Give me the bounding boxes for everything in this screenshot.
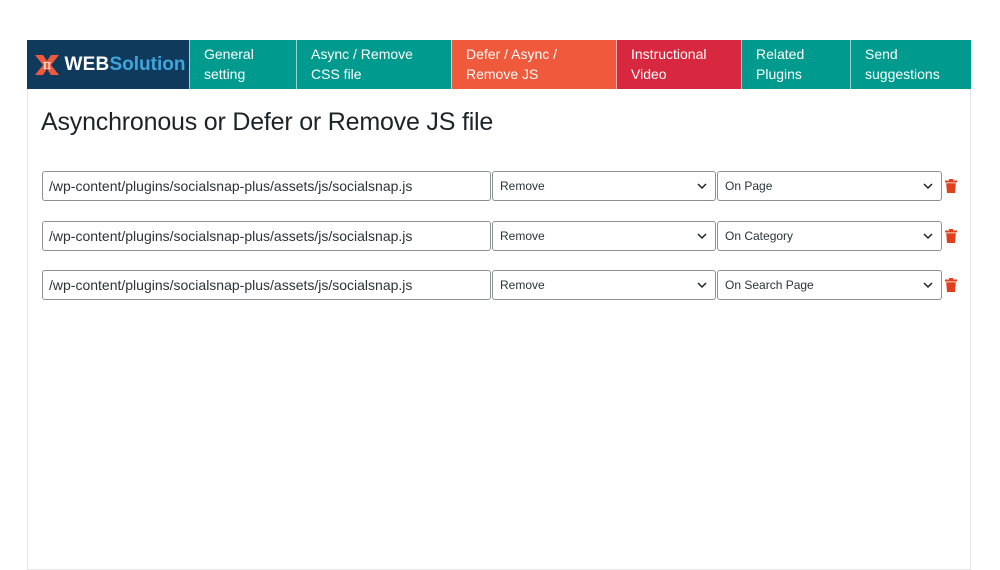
location-select-value: On Search Page: [725, 278, 814, 292]
chevron-down-icon: [923, 233, 933, 240]
chevron-down-icon: [697, 183, 707, 190]
action-select-value: Remove: [500, 229, 545, 243]
trash-icon[interactable]: [945, 179, 957, 193]
action-select[interactable]: Remove: [492, 171, 716, 201]
tab-related-plugins[interactable]: Related Plugins: [741, 40, 850, 89]
location-select[interactable]: On Search Page: [717, 270, 942, 300]
tab-instructional-video[interactable]: Instructional Video: [616, 40, 741, 89]
chevron-down-icon: [697, 233, 707, 240]
chevron-down-icon: [697, 282, 707, 289]
action-select[interactable]: Remove: [492, 221, 716, 251]
js-rule-row: Remove On Search Page: [42, 269, 957, 301]
svg-text:π: π: [42, 58, 51, 73]
brand-logo: π WEB Solution: [27, 40, 189, 89]
js-rule-row: Remove On Category: [42, 220, 957, 252]
logo-text-solution: Solution: [109, 53, 186, 75]
tab-async-remove-css[interactable]: Async / Remove CSS file: [296, 40, 451, 89]
trash-icon[interactable]: [945, 229, 957, 243]
action-select-value: Remove: [500, 278, 545, 292]
action-select[interactable]: Remove: [492, 270, 716, 300]
top-navigation: π WEB Solution General setting Async / R…: [27, 40, 971, 89]
location-select[interactable]: On Category: [717, 221, 942, 251]
js-path-input[interactable]: [42, 270, 491, 300]
js-rule-row: Remove On Page: [42, 170, 957, 202]
pi-x-logo-icon: π: [34, 54, 59, 75]
chevron-down-icon: [923, 282, 933, 289]
js-path-input[interactable]: [42, 171, 491, 201]
page-title: Asynchronous or Defer or Remove JS file: [41, 108, 494, 136]
tab-send-suggestions[interactable]: Send suggestions: [850, 40, 971, 89]
tab-defer-async-remove-js[interactable]: Defer / Async / Remove JS: [451, 40, 616, 89]
location-select[interactable]: On Page: [717, 171, 942, 201]
location-select-value: On Category: [725, 229, 794, 243]
chevron-down-icon: [923, 183, 933, 190]
trash-icon[interactable]: [945, 278, 957, 292]
logo-text-web: WEB: [64, 53, 110, 75]
location-select-value: On Page: [725, 179, 773, 193]
tab-general-setting[interactable]: General setting: [189, 40, 296, 89]
js-path-input[interactable]: [42, 221, 491, 251]
action-select-value: Remove: [500, 179, 545, 193]
